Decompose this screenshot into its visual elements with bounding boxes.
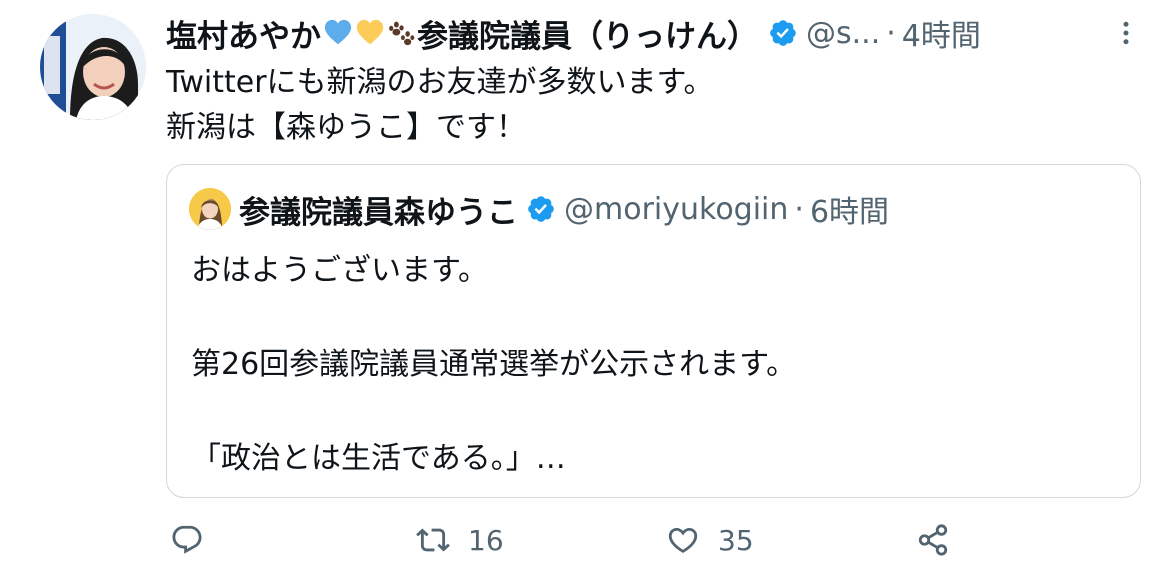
quoted-tweet-card[interactable]: 参議院議員森ゆうこ @moriyukogiin · 6時間 おはようございます。… (166, 164, 1141, 498)
more-options-icon[interactable] (1111, 18, 1141, 48)
blue-heart-icon (324, 19, 352, 45)
tweet-body: Twitterにも新潟のお友達が多数います。 新潟は【森ゆうこ】です！ (166, 60, 1126, 150)
tweet-text-line: Twitterにも新潟のお友達が多数います。 (166, 65, 714, 100)
reply-icon (172, 525, 202, 554)
quoted-author-avatar[interactable] (189, 188, 231, 230)
header-separator: · (886, 15, 896, 51)
tweet-timestamp[interactable]: 4時間 (902, 11, 981, 55)
verified-badge-icon (770, 20, 796, 46)
quoted-header-separator: · (794, 191, 804, 227)
author-name-suffix[interactable]: 参議院議員（りっけん） (417, 11, 758, 56)
tweet-text-line: 新潟は【森ゆうこ】です！ (166, 110, 526, 145)
quoted-tweet-header: 参議院議員森ゆうこ @moriyukogiin · 6時間 (189, 187, 889, 231)
verified-badge-icon (528, 196, 554, 222)
share-button[interactable] (916, 514, 950, 566)
retweet-icon (416, 528, 450, 552)
quoted-text-line: 「政治とは生活である。」… (191, 441, 566, 476)
paw-prints-icon (389, 21, 415, 46)
quoted-text-line: おはようございます。 (191, 253, 488, 288)
author-avatar[interactable] (40, 14, 146, 120)
retweet-button[interactable]: 16 (416, 514, 504, 566)
tweet-action-bar: 16 35 (166, 514, 966, 566)
author-name[interactable]: 塩村あやか (166, 11, 321, 56)
yellow-heart-icon (356, 19, 384, 45)
reply-button[interactable] (170, 514, 222, 566)
quoted-timestamp[interactable]: 6時間 (810, 187, 889, 231)
quoted-text-line: 第26回参議院議員通常選挙が公示されます。 (191, 347, 797, 382)
share-icon (918, 524, 948, 556)
tweet-header: 塩村あやか 参議院議員（りっけん） @s... · 4時間 (166, 10, 1141, 56)
heart-icon (668, 527, 698, 553)
like-button[interactable]: 35 (666, 514, 754, 566)
quoted-author-name[interactable]: 参議院議員森ゆうこ (239, 187, 518, 232)
quoted-author-handle[interactable]: @moriyukogiin (564, 192, 788, 227)
author-handle[interactable]: @s... (806, 16, 880, 51)
retweet-count: 16 (468, 523, 504, 557)
like-count: 35 (718, 523, 754, 557)
